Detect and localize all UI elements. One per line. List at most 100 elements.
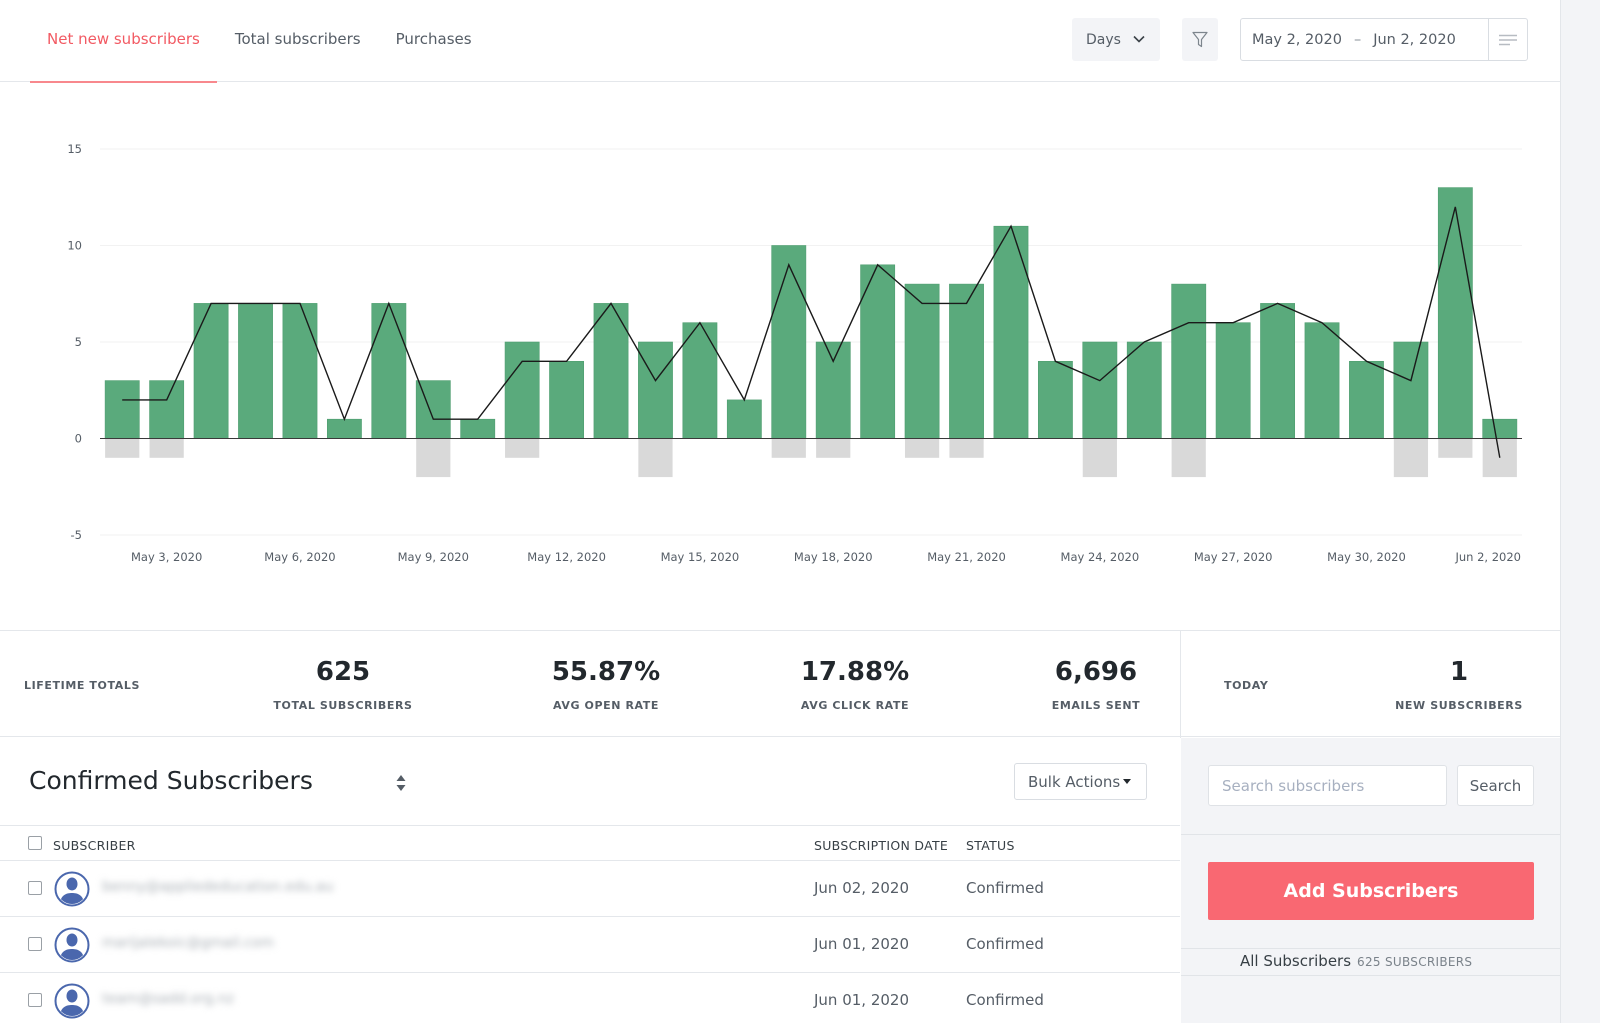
today-label: TODAY [1224, 679, 1269, 692]
new-subscriber-bar [1437, 187, 1473, 439]
stat-value: 1 [1449, 657, 1469, 687]
y-tick-label: -5 [71, 528, 82, 542]
unsubscribe-bar [1171, 438, 1206, 478]
avatar-icon [54, 927, 90, 963]
new-subscriber-bar [282, 303, 318, 439]
list-title-select[interactable]: Confirmed Subscribers [29, 766, 313, 795]
subscriber-sidebar: Search Add Subscribers All Subscribers 62… [1181, 738, 1560, 1023]
stat-label: TOTAL SUBSCRIBERS [273, 699, 413, 712]
new-subscriber-bar [149, 380, 185, 439]
date-range-menu-button[interactable] [1488, 19, 1527, 60]
tab-net-new-subscribers[interactable]: Net new subscribers [30, 0, 217, 83]
new-subscriber-bar [904, 283, 940, 439]
column-status[interactable]: STATUS [966, 838, 1015, 853]
tab-purchases[interactable]: Purchases [379, 0, 489, 82]
subscriber-email[interactable]: marijalekoic@gmail.com [102, 935, 274, 951]
new-subscriber-bar [771, 245, 807, 439]
caret-down-icon [1123, 779, 1131, 784]
new-subscriber-bar [1482, 418, 1518, 439]
unsubscribe-bar [505, 438, 540, 458]
column-subscriber[interactable]: SUBSCRIBER [53, 838, 136, 853]
table-row[interactable]: benny@appliededucation.edu.au Jun 02, 20… [0, 861, 1180, 917]
new-subscriber-bar [1037, 360, 1073, 439]
select-all-checkbox[interactable] [28, 836, 42, 850]
date-range-from[interactable]: May 2, 2020 [1252, 32, 1342, 48]
date-range-picker[interactable]: May 2, 2020 – Jun 2, 2020 [1240, 18, 1528, 61]
chevron-down-icon [1133, 35, 1145, 43]
main-content: Net new subscribers Total subscribers Pu… [0, 0, 1560, 1023]
new-subscriber-bar [1215, 322, 1251, 439]
subscriber-status: Confirmed [966, 991, 1044, 1009]
all-subscribers-count: 625 SUBSCRIBERS [1357, 955, 1473, 969]
x-tick-label: May 15, 2020 [661, 550, 740, 564]
new-subscriber-bar [460, 418, 496, 439]
new-subscriber-bar [1260, 303, 1296, 439]
page-edge-strip [1560, 0, 1600, 1023]
y-tick-label: 15 [67, 142, 82, 156]
all-subscribers-link[interactable]: All Subscribers 625 SUBSCRIBERS [1240, 952, 1472, 970]
x-tick-label: May 21, 2020 [927, 550, 1006, 564]
x-tick-label: May 12, 2020 [527, 550, 606, 564]
x-tick-label: May 3, 2020 [131, 550, 202, 564]
report-tabs: Net new subscribers Total subscribers Pu… [30, 0, 489, 83]
y-tick-label: 5 [75, 335, 82, 349]
stat-value: 6,696 [1054, 657, 1138, 687]
stat-value: 55.87% [551, 657, 661, 687]
unsubscribe-bar [771, 438, 806, 458]
subscription-date: Jun 02, 2020 [814, 879, 910, 897]
unsubscribe-bar [638, 438, 673, 478]
row-checkbox[interactable] [28, 881, 42, 895]
search-subscribers-input[interactable] [1208, 765, 1447, 806]
subscriber-status: Confirmed [966, 935, 1044, 953]
subscriber-email[interactable]: benny@appliededucation.edu.au [102, 879, 333, 895]
x-tick-label: May 9, 2020 [398, 550, 469, 564]
interval-select[interactable]: Days [1072, 18, 1160, 61]
unsubscribe-bar [416, 438, 451, 478]
new-subscriber-bar [682, 322, 718, 439]
stat-total-subscribers: 625 TOTAL SUBSCRIBERS [233, 657, 453, 712]
bulk-actions-label: Bulk Actions [1028, 772, 1121, 791]
tab-total-subscribers[interactable]: Total subscribers [218, 0, 378, 82]
new-subscriber-bar [815, 341, 851, 439]
stat-emails-sent: 6,696 EMAILS SENT [986, 657, 1206, 712]
filter-button[interactable] [1182, 18, 1218, 61]
stat-label: EMAILS SENT [1051, 699, 1141, 712]
new-subscriber-bar [726, 399, 762, 439]
row-checkbox[interactable] [28, 937, 42, 951]
new-subscriber-bar [993, 225, 1029, 439]
unsubscribe-bar [1082, 438, 1117, 478]
sort-arrows-icon[interactable] [394, 772, 408, 794]
stat-label: NEW SUBSCRIBERS [1395, 699, 1523, 712]
report-header: Net new subscribers Total subscribers Pu… [0, 0, 1560, 83]
column-subscription-date[interactable]: SUBSCRIPTION DATE [814, 838, 948, 853]
divider [1181, 975, 1560, 976]
stat-label: AVG OPEN RATE [552, 699, 660, 712]
unsubscribe-bar [105, 438, 140, 458]
table-row[interactable]: marijalekoic@gmail.com Jun 01, 2020 Conf… [0, 917, 1180, 973]
avatar-icon [54, 983, 90, 1019]
stat-avg-open-rate: 55.87% AVG OPEN RATE [496, 657, 716, 712]
table-row[interactable]: team@sadd.org.nz Jun 01, 2020 Confirmed [0, 973, 1180, 1023]
x-tick-label: May 24, 2020 [1061, 550, 1140, 564]
new-subscriber-bar [1126, 341, 1162, 439]
stat-label: AVG CLICK RATE [800, 699, 910, 712]
new-subscriber-bar [104, 380, 140, 439]
new-subscriber-bar [949, 283, 984, 439]
new-subscriber-bar [326, 418, 362, 439]
new-subscriber-bar [1393, 341, 1429, 439]
row-checkbox[interactable] [28, 993, 42, 1007]
y-tick-label: 10 [67, 239, 82, 253]
subscriber-email[interactable]: team@sadd.org.nz [102, 991, 234, 1007]
bulk-actions-button[interactable]: Bulk Actions [1014, 763, 1147, 800]
date-range-separator: – [1353, 31, 1362, 48]
x-tick-label: May 6, 2020 [264, 550, 335, 564]
x-tick-label: Jun 2, 2020 [1454, 550, 1521, 564]
search-button[interactable]: Search [1457, 765, 1534, 806]
new-subscriber-bar [638, 341, 673, 439]
chart-negative-bars [105, 438, 1517, 478]
date-range-to[interactable]: Jun 2, 2020 [1373, 32, 1456, 48]
subscriber-list: Confirmed Subscribers Bulk Actions SUBSC… [0, 738, 1180, 1023]
subscription-date: Jun 01, 2020 [814, 991, 910, 1009]
add-subscribers-button[interactable]: Add Subscribers [1208, 862, 1534, 920]
table-header: SUBSCRIBER SUBSCRIPTION DATE STATUS [0, 825, 1180, 861]
